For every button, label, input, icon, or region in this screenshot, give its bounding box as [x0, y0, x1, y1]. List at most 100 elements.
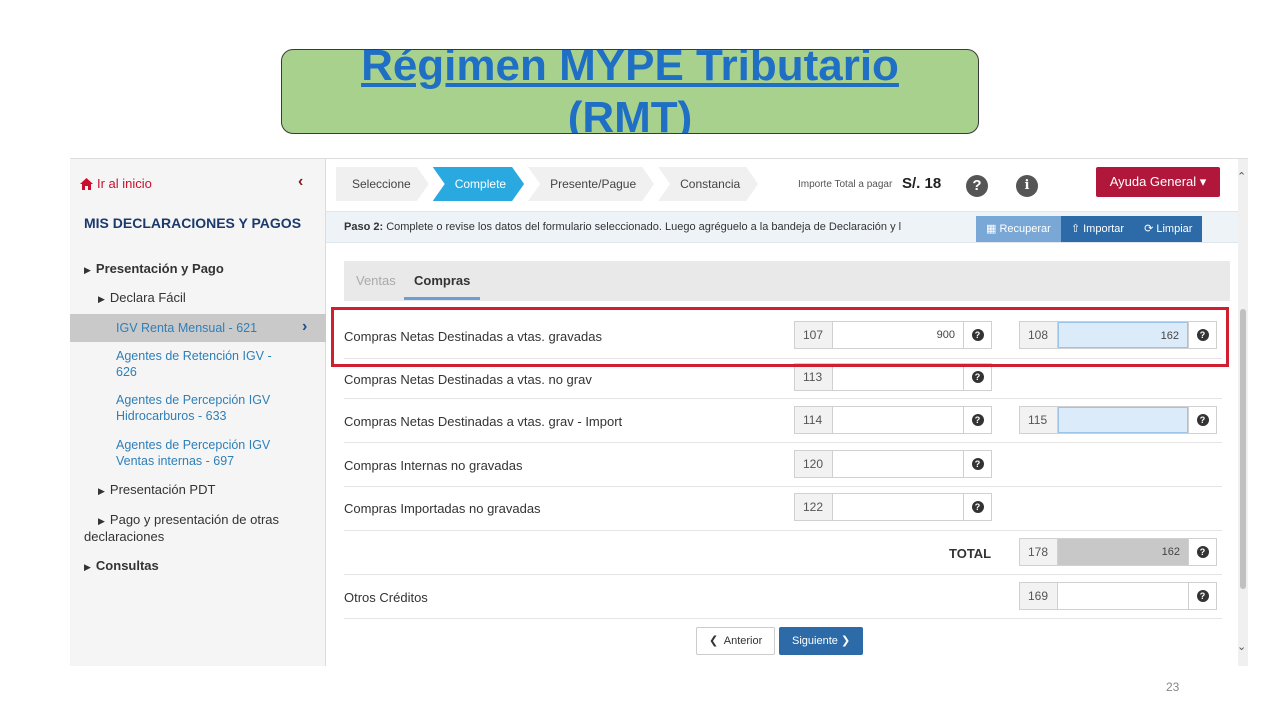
scroll-up-arrow-icon[interactable]: ⌃ — [1237, 170, 1246, 183]
help-icon[interactable]: ? — [963, 494, 991, 520]
scrollbar[interactable] — [1238, 159, 1248, 666]
wizard-steps: Seleccione Complete Presente/Pague Const… — [336, 167, 762, 201]
slide-title-line2: (RMT) — [567, 93, 693, 134]
home-link[interactable]: Ir al inicio — [80, 176, 152, 191]
field-value[interactable] — [833, 364, 963, 390]
field-120[interactable]: 120 ? — [794, 450, 992, 478]
sidebar-item-declara-facil[interactable]: ▶ Declara Fácil — [98, 290, 186, 307]
field-code: 114 — [795, 407, 833, 433]
field-code: 169 — [1020, 583, 1058, 609]
field-value: 162 — [1058, 539, 1188, 565]
home-link-label: Ir al inicio — [97, 176, 152, 191]
sidebar-item-label: Presentación PDT — [109, 482, 216, 497]
chevron-left-icon[interactable]: ‹ — [298, 173, 303, 191]
sidebar-item-presentacion-pdt[interactable]: ▶ Presentación PDT — [98, 482, 215, 499]
field-value[interactable] — [833, 451, 963, 477]
chevron-right-icon: ❯ — [840, 635, 851, 647]
info-icon[interactable]: i — [1016, 175, 1038, 197]
sidebar-item-consultas[interactable]: ▶ Consultas — [84, 558, 159, 575]
help-button[interactable]: Ayuda General ▾ — [1096, 167, 1220, 197]
sidebar-item-pago-otras[interactable]: ▶ Pago y presentación de otras declaracio… — [84, 512, 314, 545]
total-row-label: TOTAL — [949, 546, 992, 561]
sidebar-item-igv-renta-621[interactable]: IGV Renta Mensual - 621 › — [70, 314, 326, 342]
help-icon[interactable]: ? — [963, 364, 991, 390]
importar-button[interactable]: ⇧ Importar — [1060, 216, 1135, 242]
field-113[interactable]: 113 ? — [794, 363, 992, 391]
field-code: 178 — [1020, 539, 1058, 565]
row-label: Compras Netas Destinadas a vtas. grav - … — [344, 414, 623, 429]
step-constancia[interactable]: Constancia — [658, 167, 758, 201]
highlight-box — [331, 307, 1229, 367]
sidebar-item-retencion-626[interactable]: Agentes de Retención IGV - 626 — [116, 348, 291, 380]
step-info-step: Paso 2: — [344, 221, 384, 233]
step-presente-pague[interactable]: Presente/Pague — [528, 167, 654, 201]
limpiar-button[interactable]: ⟳ Limpiar — [1134, 216, 1203, 242]
field-code: 113 — [795, 364, 833, 390]
sidebar-item-label: Presentación y Pago — [95, 261, 224, 276]
form-row-114: Compras Netas Destinadas a vtas. grav - … — [344, 399, 1222, 443]
sidebar-item-label: Pago y presentación de otras declaracion… — [84, 512, 280, 544]
step-seleccione[interactable]: Seleccione — [336, 167, 429, 201]
help-icon[interactable]: ? — [1188, 407, 1216, 433]
sidebar-item-percepcion-633[interactable]: Agentes de Percepción IGV Hidrocarburos … — [116, 392, 291, 424]
field-code: 115 — [1020, 407, 1058, 433]
sidebar: Ir al inicio ‹ MIS DECLARACIONES Y PAGOS… — [70, 159, 326, 666]
tab-ventas[interactable]: Ventas — [356, 273, 396, 288]
row-label: Compras Netas Destinadas a vtas. no grav — [344, 372, 592, 387]
field-value[interactable] — [1058, 583, 1188, 609]
step-info-text: Paso 2: Complete o revise los datos del … — [344, 221, 970, 233]
caret-right-icon: ▶ — [84, 265, 91, 275]
chevron-right-icon: › — [302, 318, 308, 335]
field-169[interactable]: 169 ? — [1019, 582, 1217, 610]
field-value[interactable] — [833, 407, 963, 433]
form-row-120: Compras Internas no gravadas 120 ? — [344, 443, 1222, 487]
action-buttons: ▦ Recuperar ⇧ Importar ⟳ Limpiar — [976, 216, 1203, 242]
sidebar-heading: MIS DECLARACIONES Y PAGOS — [84, 215, 302, 231]
sidebar-item-percepcion-697[interactable]: Agentes de Percepción IGV Ventas interna… — [116, 437, 291, 469]
help-icon[interactable]: ? — [963, 451, 991, 477]
siguiente-label: Siguiente — [792, 635, 838, 647]
field-value[interactable] — [1058, 407, 1188, 433]
sidebar-item-presentacion[interactable]: ▶ Presentación y Pago — [84, 261, 224, 278]
scrollbar-thumb[interactable] — [1240, 309, 1246, 589]
tab-compras[interactable]: Compras — [414, 273, 470, 288]
caret-right-icon: ▶ — [84, 562, 91, 572]
form-row-total: 178 162 ? — [344, 531, 1222, 575]
field-122[interactable]: 122 ? — [794, 493, 992, 521]
sidebar-item-label: Declara Fácil — [109, 290, 186, 305]
app-screenshot: Ir al inicio ‹ MIS DECLARACIONES Y PAGOS… — [70, 158, 1248, 666]
total-amount: S/. 18 — [902, 175, 942, 192]
step-complete[interactable]: Complete — [433, 167, 524, 201]
field-114[interactable]: 114 ? — [794, 406, 992, 434]
help-icon[interactable]: ? — [1188, 539, 1216, 565]
row-label: Compras Importadas no gravadas — [344, 501, 541, 516]
tab-underline — [404, 297, 480, 300]
upload-icon: ⇧ — [1070, 223, 1081, 235]
tabs: Ventas Compras — [344, 261, 1230, 301]
recuperar-button[interactable]: ▦ Recuperar — [976, 216, 1061, 242]
field-115[interactable]: 115 ? — [1019, 406, 1217, 434]
calendar-icon: ▦ — [986, 223, 997, 235]
sidebar-item-label: Consultas — [95, 558, 159, 573]
form-row-169: Otros Créditos 169 ? — [344, 575, 1222, 619]
help-icon[interactable]: ? — [1188, 583, 1216, 609]
total-label: Importe Total a pagar — [798, 179, 893, 190]
scroll-down-arrow-icon[interactable]: ⌄ — [1237, 640, 1246, 653]
importar-label: Importar — [1083, 223, 1125, 235]
page-number: 23 — [1166, 680, 1180, 694]
step-info-bar: Paso 2: Complete o revise los datos del … — [326, 211, 1248, 243]
refresh-icon: ⟳ — [1144, 223, 1154, 235]
help-icon[interactable]: ? — [963, 407, 991, 433]
home-icon — [80, 177, 93, 190]
anterior-label: Anterior — [723, 635, 763, 647]
field-178: 178 162 ? — [1019, 538, 1217, 566]
anterior-button[interactable]: ❮ Anterior — [696, 627, 776, 655]
question-icon[interactable]: ? — [966, 175, 988, 197]
siguiente-button[interactable]: Siguiente ❯ — [779, 627, 864, 655]
form-row-122: Compras Importadas no gravadas 122 ? — [344, 487, 1222, 531]
field-value[interactable] — [833, 494, 963, 520]
caret-right-icon: ▶ — [98, 516, 105, 526]
step-info-body: Complete o revise los datos del formular… — [383, 221, 902, 233]
slide-title-line1: Régimen MYPE Tributario — [361, 49, 899, 90]
row-label: Otros Créditos — [344, 590, 428, 605]
